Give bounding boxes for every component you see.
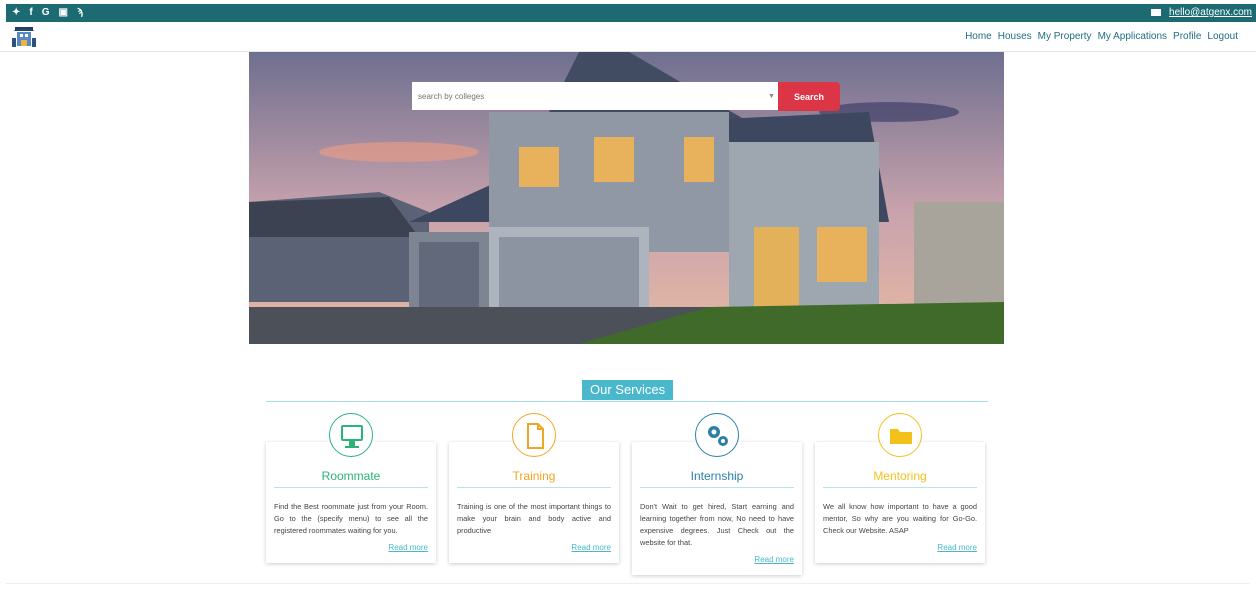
search-button[interactable]: Search bbox=[778, 82, 840, 111]
card-title: Internship bbox=[690, 469, 744, 483]
nav-my-applications[interactable]: My Applications bbox=[1098, 31, 1167, 42]
folder-icon bbox=[878, 413, 922, 457]
monitor-icon bbox=[329, 413, 373, 457]
read-more-link[interactable]: Read more bbox=[754, 555, 794, 564]
service-card-training: Training Training is one of the most imp… bbox=[449, 442, 619, 563]
social-links: ✦ f G ▣ ϡ bbox=[12, 7, 83, 19]
card-title: Roommate bbox=[321, 469, 381, 483]
facebook-icon[interactable]: f bbox=[29, 7, 32, 19]
card-title: Mentoring bbox=[873, 469, 927, 483]
card-rule bbox=[274, 487, 428, 488]
card-text: Training is one of the most important th… bbox=[457, 502, 611, 535]
google-icon[interactable]: G bbox=[42, 7, 50, 19]
page-bottom-divider bbox=[6, 583, 1250, 584]
email-link[interactable]: hello@atgenx.com bbox=[1169, 7, 1252, 18]
document-icon bbox=[512, 413, 556, 457]
nav-profile[interactable]: Profile bbox=[1173, 31, 1201, 42]
rss-icon[interactable]: ϡ bbox=[77, 7, 83, 19]
search-bar: ▼ Search bbox=[412, 82, 840, 111]
card-rule bbox=[640, 487, 794, 488]
top-bar: ✦ f G ▣ ϡ hello@atgenx.com bbox=[6, 4, 1256, 22]
card-text: Don't Wait to get hired, Start earning a… bbox=[640, 502, 794, 547]
email-contact[interactable]: hello@atgenx.com bbox=[1151, 7, 1252, 18]
card-rule bbox=[457, 487, 611, 488]
gears-icon bbox=[695, 413, 739, 457]
read-more-link[interactable]: Read more bbox=[571, 543, 611, 552]
card-text: Find the Best roommate just from your Ro… bbox=[274, 502, 428, 535]
read-more-link[interactable]: Read more bbox=[388, 543, 428, 552]
service-card-roommate: Roommate Find the Best roommate just fro… bbox=[266, 442, 436, 563]
services-title: Our Services bbox=[582, 380, 674, 400]
card-title: Training bbox=[512, 469, 556, 483]
card-text: We all know how important to have a good… bbox=[823, 502, 977, 535]
mail-icon bbox=[1151, 9, 1162, 16]
linkedin-icon[interactable]: ▣ bbox=[59, 7, 68, 19]
services-divider bbox=[266, 401, 988, 402]
service-card-internship: Internship Don't Wait to get hired, Star… bbox=[632, 442, 802, 575]
nav-logout[interactable]: Logout bbox=[1207, 31, 1238, 42]
twitter-icon[interactable]: ✦ bbox=[12, 7, 20, 19]
search-input[interactable] bbox=[412, 82, 778, 110]
service-card-mentoring: Mentoring We all know how important to h… bbox=[815, 442, 985, 563]
nav-houses[interactable]: Houses bbox=[998, 31, 1032, 42]
card-rule bbox=[823, 487, 977, 488]
nav-home[interactable]: Home bbox=[965, 31, 992, 42]
hero-banner: ▼ Search bbox=[249, 52, 1004, 344]
logo-icon[interactable] bbox=[10, 26, 38, 50]
nav-my-property[interactable]: My Property bbox=[1038, 31, 1092, 42]
read-more-link[interactable]: Read more bbox=[937, 543, 977, 552]
navbar: Home Houses My Property My Applications … bbox=[0, 22, 1256, 52]
main-nav: Home Houses My Property My Applications … bbox=[965, 31, 1238, 42]
dropdown-caret-icon[interactable]: ▼ bbox=[768, 93, 775, 100]
